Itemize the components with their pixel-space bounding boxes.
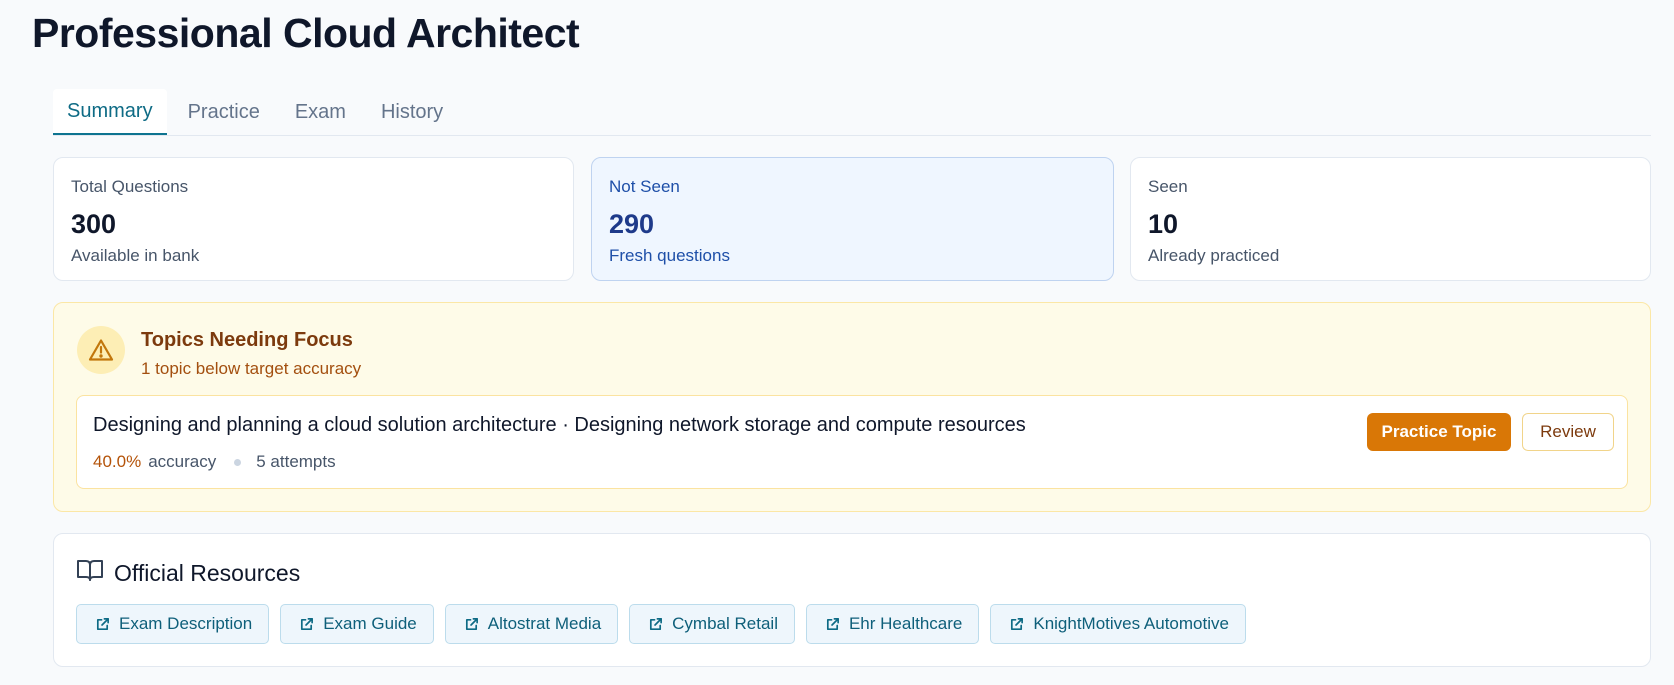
resource-link-ehr-healthcare[interactable]: Ehr Healthcare bbox=[805, 604, 980, 644]
stat-subtext: Available in bank bbox=[71, 246, 200, 265]
external-link-icon bbox=[1011, 617, 1024, 630]
tab-history[interactable]: History bbox=[367, 89, 457, 135]
stat-value: 10 bbox=[1148, 209, 1179, 239]
focus-title: Topics Needing Focus bbox=[141, 329, 353, 351]
stat-value: 300 bbox=[71, 209, 117, 239]
external-link-icon bbox=[650, 617, 663, 630]
resource-link-label: Exam Guide bbox=[323, 614, 417, 633]
resources-header: Official Resources bbox=[76, 558, 300, 587]
resource-link-label: KnightMotives Automotive bbox=[1033, 614, 1229, 633]
book-open-icon bbox=[76, 558, 104, 587]
accuracy-value: 40.0% bbox=[93, 452, 142, 471]
external-link-icon bbox=[826, 617, 839, 630]
page-title: Professional Cloud Architect bbox=[32, 10, 580, 56]
practice-topic-button[interactable]: Practice Topic bbox=[1367, 413, 1511, 451]
separator-dot bbox=[234, 458, 242, 466]
accuracy-label: accuracy bbox=[148, 452, 217, 471]
resource-link-label: Exam Description bbox=[119, 614, 253, 633]
external-link-icon bbox=[96, 617, 109, 630]
official-resources-panel: Official Resources Exam Description Exam… bbox=[53, 533, 1651, 667]
stat-card-seen: Seen 10 Already practiced bbox=[1130, 157, 1651, 281]
focus-subtitle: 1 topic below target accuracy bbox=[141, 359, 362, 378]
page: Professional Cloud Architect Summary Pra… bbox=[0, 0, 1674, 685]
topics-focus-panel: Topics Needing Focus 1 topic below targe… bbox=[53, 302, 1651, 512]
stat-subtext: Fresh questions bbox=[609, 246, 730, 265]
tab-bar: Summary Practice Exam History bbox=[53, 89, 1651, 136]
stat-subtext: Already practiced bbox=[1148, 246, 1280, 265]
resource-link-label: Cymbal Retail bbox=[672, 614, 778, 633]
stat-label: Not Seen bbox=[609, 177, 680, 196]
tab-practice[interactable]: Practice bbox=[174, 89, 274, 135]
stat-label: Seen bbox=[1148, 177, 1188, 196]
weak-topic-card: Designing and planning a cloud solution … bbox=[76, 395, 1628, 489]
resource-link-exam-description[interactable]: Exam Description bbox=[76, 604, 270, 644]
attempts-count: 5 attempts bbox=[256, 452, 336, 471]
resources-title: Official Resources bbox=[114, 559, 301, 586]
topic-meta: 40.0% accuracy 5 attempts bbox=[93, 451, 336, 473]
stat-card-total: Total Questions 300 Available in bank bbox=[53, 157, 574, 281]
stat-value: 290 bbox=[609, 209, 655, 239]
tab-summary[interactable]: Summary bbox=[53, 89, 167, 135]
warning-icon bbox=[77, 326, 125, 374]
stat-card-not-seen: Not Seen 290 Fresh questions bbox=[591, 157, 1114, 281]
external-link-icon bbox=[465, 617, 478, 630]
tab-exam[interactable]: Exam bbox=[281, 89, 360, 135]
external-link-icon bbox=[301, 617, 314, 630]
resource-link-knightmotives-automotive[interactable]: KnightMotives Automotive bbox=[990, 604, 1246, 644]
review-button[interactable]: Review bbox=[1522, 413, 1614, 451]
stat-label: Total Questions bbox=[71, 177, 189, 196]
resource-link-cymbal-retail[interactable]: Cymbal Retail bbox=[629, 604, 795, 644]
resource-link-exam-guide[interactable]: Exam Guide bbox=[280, 604, 434, 644]
resource-link-altostrat-media[interactable]: Altostrat Media bbox=[444, 604, 619, 644]
topic-name: Designing and planning a cloud solution … bbox=[93, 414, 1026, 436]
resource-links: Exam Description Exam Guide Altostrat Me… bbox=[76, 604, 1257, 644]
resource-link-label: Ehr Healthcare bbox=[848, 614, 963, 633]
resource-link-label: Altostrat Media bbox=[487, 614, 602, 633]
